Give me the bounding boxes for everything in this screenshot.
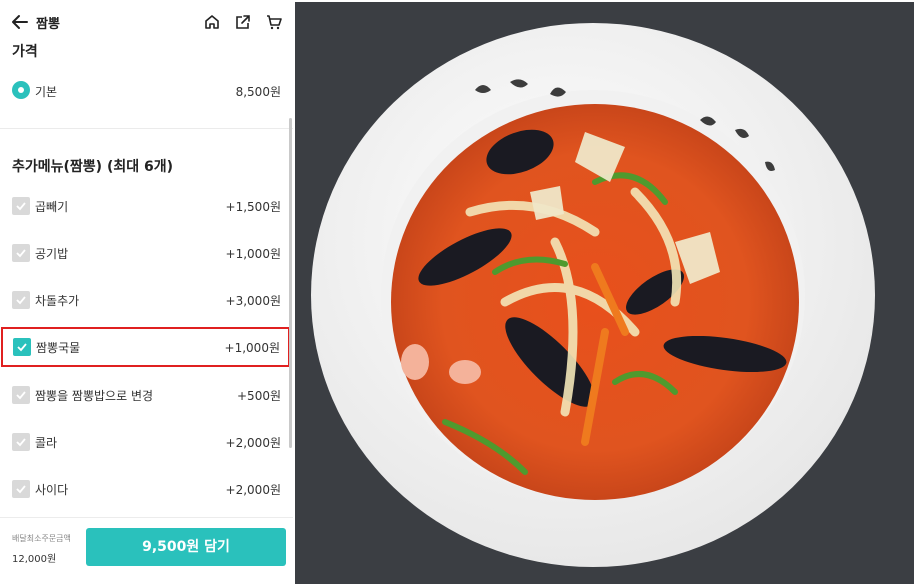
extra-option-row[interactable]: 짬뽕을 짬뽕밥으로 변경 +500원: [0, 375, 293, 415]
check-icon: [16, 438, 26, 447]
checkbox[interactable]: [12, 480, 30, 498]
order-footer: 배달최소주문금액 12,000원 9,500원 담기: [0, 517, 293, 585]
jjamppong-bowl-image: [295, 2, 914, 584]
checkbox[interactable]: [12, 197, 30, 215]
check-icon: [16, 485, 26, 494]
extra-option-label: 차돌추가: [35, 294, 80, 308]
extra-option-price: +3,000원: [225, 294, 281, 308]
check-icon: [16, 202, 26, 211]
extra-option-row-selected[interactable]: 짬뽕국물 +1,000원: [1, 327, 290, 367]
page-title: 짬뽕: [36, 17, 60, 32]
extra-option-price: +1,000원: [224, 341, 280, 355]
home-icon[interactable]: [203, 13, 221, 31]
check-icon: [17, 343, 27, 352]
extra-option-row[interactable]: 사이다 +2,000원: [0, 469, 293, 509]
extra-option-row[interactable]: 곱빼기 +1,500원: [0, 186, 293, 226]
check-icon: [16, 249, 26, 258]
price-section-title: 가격: [12, 44, 38, 60]
min-order-label: 배달최소주문금액: [12, 534, 71, 543]
scrollbar[interactable]: [289, 118, 292, 448]
extra-option-price: +2,000원: [225, 436, 281, 450]
checkbox[interactable]: [12, 433, 30, 451]
extra-option-price: +2,000원: [225, 483, 281, 497]
checkbox[interactable]: [12, 386, 30, 404]
top-bar: 짬뽕: [0, 0, 293, 44]
cart-icon[interactable]: [265, 13, 283, 31]
extra-option-label: 공기밥: [35, 247, 69, 261]
checkbox-checked[interactable]: [13, 338, 31, 356]
arrow-left-icon[interactable]: [10, 12, 30, 32]
checkbox[interactable]: [12, 291, 30, 309]
check-icon: [16, 391, 26, 400]
extra-option-row[interactable]: 콜라 +2,000원: [0, 422, 293, 462]
menu-option-panel: 짬뽕 가격 기본 8,500원 추가메뉴(짬뽕) (최대 6개) 곱빼기 +1,…: [0, 0, 293, 585]
extra-option-row[interactable]: 공기밥 +1,000원: [0, 233, 293, 273]
radio-selected[interactable]: [12, 81, 30, 99]
extra-option-label: 사이다: [35, 483, 69, 497]
extra-option-price: +1,500원: [225, 200, 281, 214]
min-order-value: 12,000원: [12, 554, 57, 565]
share-icon[interactable]: [234, 13, 252, 31]
extra-option-label: 콜라: [35, 436, 58, 450]
extra-option-label: 짬뽕을 짬뽕밥으로 변경: [35, 389, 154, 403]
price-option-price: 8,500원: [235, 85, 281, 99]
food-photo-illustration: [295, 2, 914, 584]
add-to-cart-button[interactable]: 9,500원 담기: [86, 528, 286, 566]
price-option-label: 기본: [35, 85, 58, 99]
checkbox[interactable]: [12, 244, 30, 262]
extras-section-title: 추가메뉴(짬뽕) (최대 6개): [12, 159, 174, 175]
extra-option-price: +1,000원: [225, 247, 281, 261]
extra-option-label: 짬뽕국물: [36, 341, 81, 355]
check-icon: [16, 296, 26, 305]
extra-option-price: +500원: [237, 389, 281, 403]
extra-option-label: 곱빼기: [35, 200, 69, 214]
section-divider: [0, 128, 293, 129]
extra-option-row[interactable]: 차돌추가 +3,000원: [0, 280, 293, 320]
